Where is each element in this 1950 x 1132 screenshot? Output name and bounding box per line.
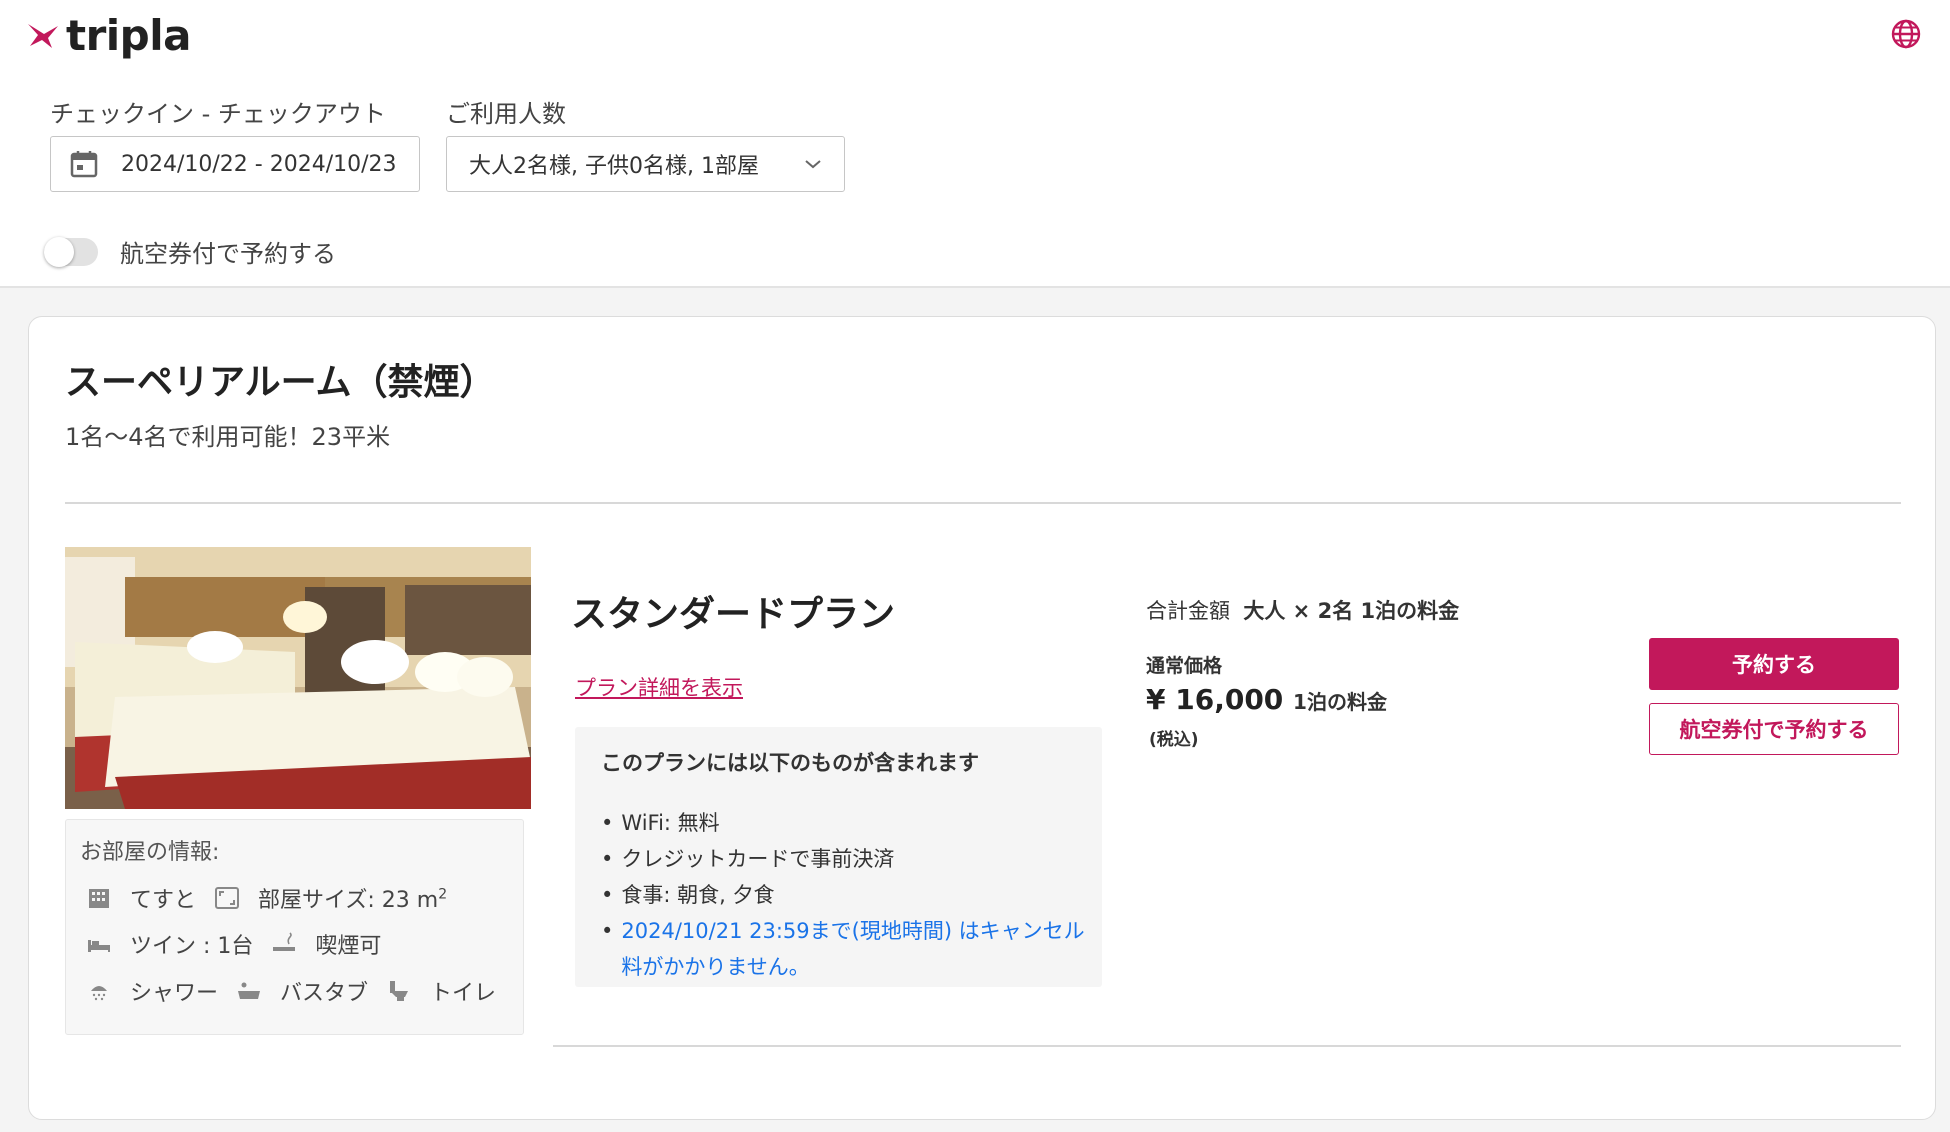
list-item: • 食事: 朝食, 夕食 <box>601 883 775 907</box>
globe-icon[interactable] <box>1890 18 1922 50</box>
room-info-row: シャワー バスタブ トイレ <box>86 975 496 1007</box>
date-range-field[interactable]: 2024/10/22 - 2024/10/23 <box>50 136 420 192</box>
room-info-row: てすと 部屋サイズ: 23 m2 <box>86 882 447 914</box>
toilet-label: トイレ <box>430 981 497 1006</box>
plan-includes-box: このプランには以下のものが含まれます • WiFi: 無料 • クレジットカードで事… <box>575 727 1102 987</box>
list-item: • WiFi: 無料 <box>601 811 720 835</box>
shower-icon <box>91 986 107 1001</box>
bed-icon <box>88 940 110 952</box>
flight-toggle[interactable] <box>44 236 98 267</box>
list-item: • クレジットカードで事前決済 <box>601 847 895 871</box>
flight-toggle-label: 航空券付で予約する <box>120 240 336 268</box>
toggle-knob <box>44 236 74 267</box>
building-name: てすと <box>130 888 197 913</box>
toilet-icon <box>390 981 409 1001</box>
room-title: スーペリアルーム（禁煙） <box>65 362 496 403</box>
room-size-icon <box>215 887 240 909</box>
includes-title: このプランには以下のものが含まれます <box>601 751 979 775</box>
guests-value: 大人2名様, 子供0名様, 1部屋 <box>469 154 759 179</box>
smoking-icon <box>273 932 296 951</box>
bed-type: ツイン : 1台 <box>130 934 254 959</box>
includes-list: • WiFi: 無料 • クレジットカードで事前決済 • 食事: 朝食, 夕食 • 20… <box>601 805 1091 985</box>
flight-toggle-row: 航空券付で予約する <box>44 234 336 269</box>
tax-note: (税込) <box>1149 730 1199 750</box>
bathtub-icon <box>238 982 261 999</box>
room-info-title: お部屋の情報: <box>80 840 220 865</box>
brand-name: tripla <box>66 10 192 60</box>
room-subtitle: 1名〜4名で利用可能！23平米 <box>65 423 391 451</box>
room-info-row: ツイン : 1台 喫煙可 <box>86 928 381 960</box>
date-range-value: 2024/10/22 - 2024/10/23 <box>121 151 397 177</box>
shower-label: シャワー <box>130 981 219 1006</box>
room-card: スーペリアルーム（禁煙） 1名〜4名で利用可能！23平米 お部屋の情報: てすと… <box>28 316 1936 1120</box>
bathtub-label: バスタブ <box>280 981 369 1006</box>
building-icon <box>89 889 109 908</box>
tripla-logo[interactable]: tripla <box>26 10 192 60</box>
cancel-policy: • 2024/10/21 23:59まで(現地時間) はキャンセル料がかかりません… <box>601 919 1085 979</box>
normal-price-label: 通常価格 <box>1146 655 1223 677</box>
book-with-flight-button[interactable]: 航空券付で予約する <box>1649 703 1899 755</box>
search-header: tripla チェックイン - チェックアウト 2024/10/22 - 202… <box>0 0 1950 288</box>
plan-title: スタンダードプラン <box>571 594 896 635</box>
guests-select[interactable]: 大人2名様, 子供0名様, 1部屋 <box>446 136 845 192</box>
chevron-down-icon <box>805 160 821 169</box>
divider <box>65 502 1901 504</box>
book-button[interactable]: 予約する <box>1649 638 1899 690</box>
price-amount: ¥ 16,000 1泊の料金 <box>1146 683 1387 716</box>
smoking-policy: 喫煙可 <box>315 934 382 959</box>
calendar-icon <box>70 151 98 178</box>
room-size: 部屋サイズ: 23 m2 <box>258 886 448 913</box>
dates-label: チェックイン - チェックアウト <box>50 100 386 128</box>
room-photo[interactable] <box>65 547 531 809</box>
tripla-logo-icon <box>28 24 58 48</box>
guests-label: ご利用人数 <box>446 100 566 128</box>
price-summary: 合計金額 大人 × 2名 1泊の料金 <box>1146 599 1460 623</box>
plan-details-link[interactable]: プラン詳細を表示 <box>575 672 743 702</box>
room-info-box: お部屋の情報: てすと 部屋サイズ: 23 m2 ツイン : 1台 喫煙可 シャ… <box>65 819 524 1035</box>
divider <box>553 1045 1901 1047</box>
